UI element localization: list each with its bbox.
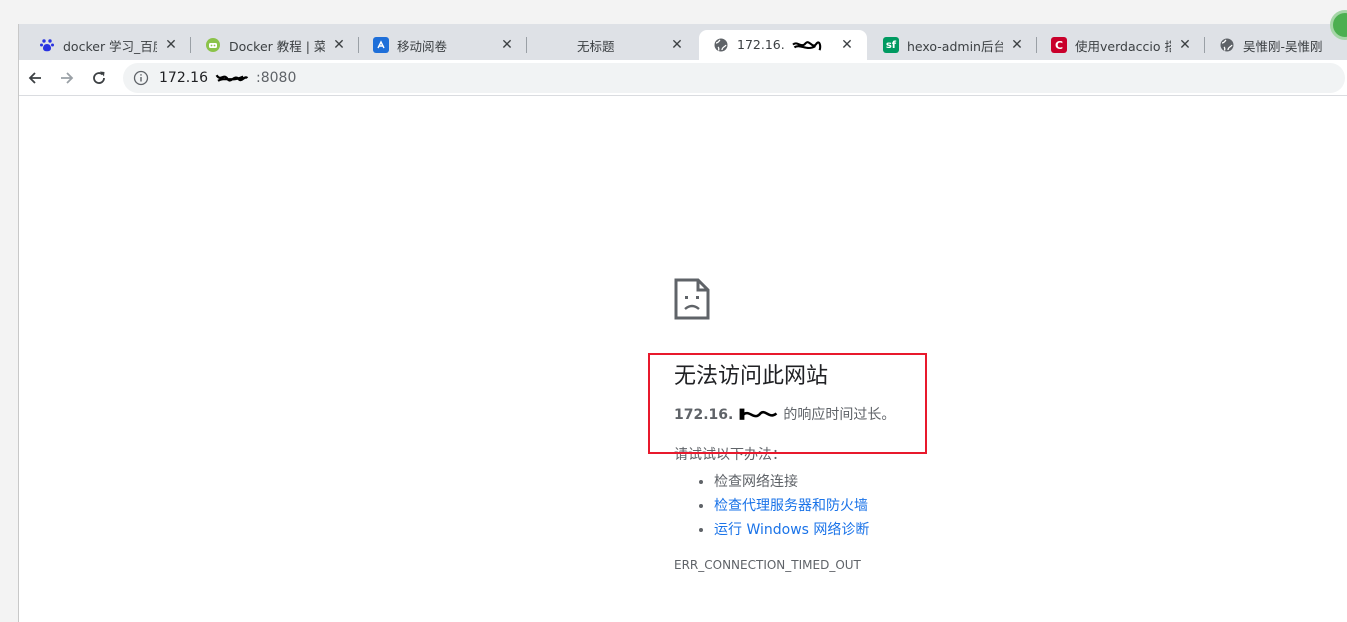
c-icon: C [1051,37,1067,53]
tab-verdaccio[interactable]: C 使用verdaccio 搭建 ✕ [1037,30,1205,60]
globe-icon [713,37,729,53]
baidu-icon [39,37,55,53]
tab-strip: docker 学习_百度搜 ✕ Docker 教程 | 菜鸟 ✕ 移动阅卷 ✕ … [19,10,1347,60]
sad-document-icon [674,278,710,320]
reload-icon[interactable] [85,64,113,92]
runoob-icon [205,37,221,53]
browser-window: docker 学习_百度搜 ✕ Docker 教程 | 菜鸟 ✕ 移动阅卷 ✕ … [18,10,1347,622]
tab-close-icon[interactable]: ✕ [1177,37,1193,53]
blank-favicon [541,37,557,53]
tab-title: 吴惟刚-吴惟刚 [1243,38,1323,54]
list-item: 检查网络连接 [714,470,1004,494]
info-icon[interactable] [133,70,149,86]
list-item: 检查代理服务器和防火墙 [714,494,1004,518]
tab-title: docker 学习_百度搜 [63,38,157,54]
globe-icon [1219,37,1235,53]
toolbar: 172.16 :8080 [19,60,1347,96]
redaction-scribble [791,40,821,51]
suggestion-check-network: 检查网络连接 [714,474,798,490]
tab-close-icon[interactable]: ✕ [331,37,347,53]
tab-close-icon[interactable]: ✕ [669,37,685,53]
list-item: 运行 Windows 网络诊断 [714,518,1004,542]
error-container: 无法访问此网站 172.16.的响应时间过长。 请试试以下办法： 检查网络连接 … [648,278,1004,572]
suggestions-list: 检查网络连接 检查代理服务器和防火墙 运行 Windows 网络诊断 [674,470,1004,542]
tab-untitled[interactable]: 无标题 ✕ [527,30,697,60]
tab-close-icon[interactable]: ✕ [1009,37,1025,53]
tab-wuweigang[interactable]: 吴惟刚-吴惟刚 [1205,30,1347,60]
error-code: ERR_CONNECTION_TIMED_OUT [674,558,861,572]
arrow-right-icon[interactable] [53,64,81,92]
redaction-scribble [215,74,249,82]
suggestion-run-diagnostics-link[interactable]: 运行 Windows 网络诊断 [714,522,869,538]
arrow-left-icon[interactable] [21,64,49,92]
suggestion-check-proxy-link[interactable]: 检查代理服务器和防火墙 [714,498,868,514]
tab-title-host: 172.16. [737,37,785,53]
tab-title: 无标题 [577,38,615,54]
page-content: 无法访问此网站 172.16.的响应时间过长。 请试试以下办法： 检查网络连接 … [19,96,1347,622]
tab-close-icon[interactable]: ✕ [839,37,855,53]
tab-runoob-docker[interactable]: Docker 教程 | 菜鸟 ✕ [191,30,359,60]
tab-close-icon[interactable]: ✕ [499,37,515,53]
tab-baidu-docker[interactable]: docker 学习_百度搜 ✕ [25,30,191,60]
tab-close-icon[interactable]: ✕ [163,37,179,53]
url-host: 172.16 [159,70,208,86]
tab-title: hexo-admin后台管 [907,38,1003,54]
tab-active-172[interactable]: 172.16. ✕ [699,30,867,60]
red-highlight-box [648,353,927,454]
address-bar[interactable]: 172.16 :8080 [123,63,1345,93]
tab-title: 移动阅卷 [397,38,448,54]
url-port: :8080 [256,70,297,86]
tab-title: 使用verdaccio 搭建 [1075,38,1171,54]
tab-mobile-grading[interactable]: 移动阅卷 ✕ [359,30,527,60]
tab-hexo-admin[interactable]: sf hexo-admin后台管 ✕ [869,30,1037,60]
tab-title: 172.16. [737,37,833,53]
tab-title: Docker 教程 | 菜鸟 [229,38,325,54]
app-icon [373,37,389,53]
sf-icon: sf [883,37,899,53]
